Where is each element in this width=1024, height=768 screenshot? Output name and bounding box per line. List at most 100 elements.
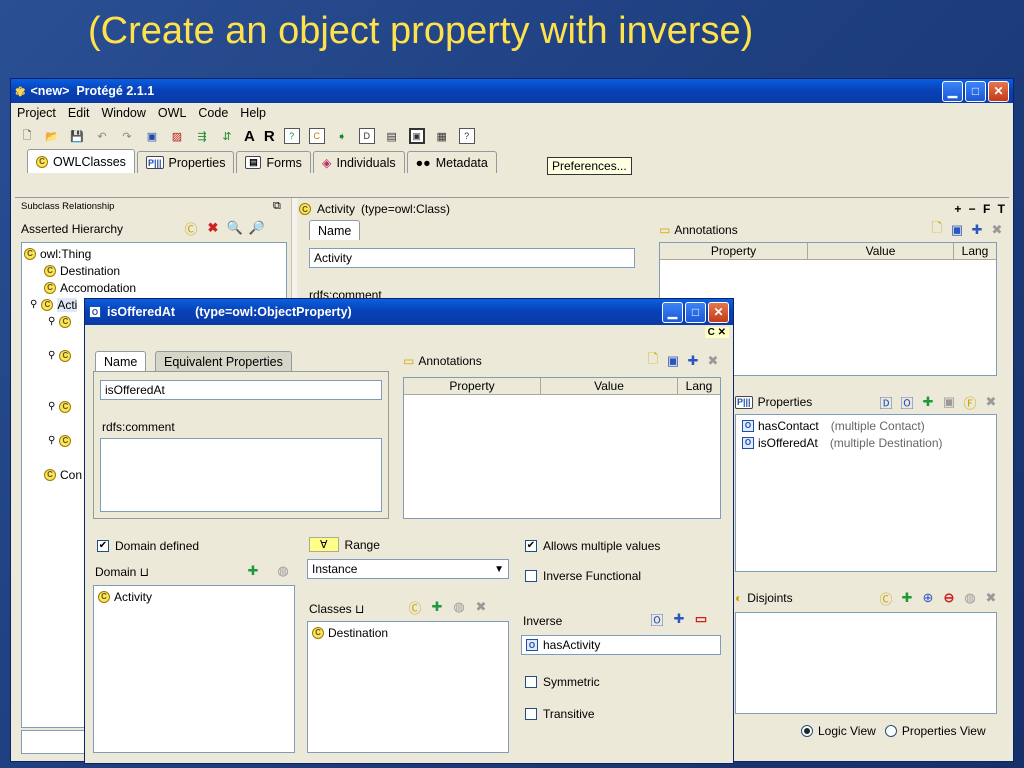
- copy-icon[interactable]: ▣: [144, 128, 160, 144]
- add-annotation-icon[interactable]: 🗋: [929, 220, 945, 238]
- menu-window[interactable]: Window: [101, 106, 145, 120]
- property-item-hascontact[interactable]: OhasContact (multiple Contact): [742, 417, 990, 434]
- remove-domain-class-icon[interactable]: ◍: [275, 563, 291, 579]
- expand-toggle-icon[interactable]: ⚲: [48, 435, 55, 446]
- delete-icon[interactable]: ▨: [169, 128, 185, 144]
- menu-owl[interactable]: OWL: [158, 106, 186, 120]
- tab-metadata[interactable]: ●● Metadata: [406, 151, 497, 173]
- redo-icon[interactable]: ↷: [119, 128, 135, 144]
- new-project-icon[interactable]: 🗋: [19, 128, 35, 144]
- transitive-checkbox[interactable]: [525, 708, 537, 720]
- add-annotation-icon[interactable]: 🗋: [645, 351, 661, 369]
- create-inverse-icon[interactable]: 🄾: [649, 611, 665, 628]
- doc-icon[interactable]: D: [358, 128, 375, 144]
- dialog-minimize-button[interactable]: ▁: [662, 301, 683, 323]
- undo-icon[interactable]: ↶: [94, 128, 110, 144]
- close-button[interactable]: ✕: [988, 80, 1009, 102]
- tree-item-destination[interactable]: C Destination: [24, 262, 284, 279]
- query-icon[interactable]: ?: [283, 128, 300, 144]
- expand-toggle-icon[interactable]: ⚲: [48, 350, 55, 361]
- arrow-icon[interactable]: ➧: [334, 128, 350, 144]
- add-datatype-property-icon[interactable]: 🄳: [878, 394, 894, 411]
- find-next-icon[interactable]: 🔎: [249, 220, 265, 236]
- main-titlebar[interactable]: ✾ <new> Protégé 2.1.1 ▁ □ ✕: [11, 79, 1013, 103]
- find-range-class-icon[interactable]: ◍: [451, 599, 467, 615]
- expand-panel-icon[interactable]: ⧉: [273, 200, 281, 213]
- add-all-disjoint-icon[interactable]: ⊕: [920, 590, 936, 606]
- remove-property-icon[interactable]: ✖: [983, 394, 999, 410]
- help-icon[interactable]: ?: [458, 128, 475, 144]
- add-inverse-icon[interactable]: ✚: [671, 611, 687, 627]
- dialog-corner-controls[interactable]: C ✕: [704, 327, 729, 338]
- add-range-class-icon[interactable]: ✚: [429, 599, 445, 615]
- add-existing-disjoint-icon[interactable]: ✚: [899, 590, 915, 606]
- find-disjoint-icon[interactable]: ◍: [962, 590, 978, 606]
- logic-view-radio[interactable]: [801, 725, 813, 737]
- property-comment-area[interactable]: [100, 438, 382, 512]
- allows-multiple-checkbox[interactable]: ✔: [525, 540, 537, 552]
- create-class-icon[interactable]: Ⓒ: [183, 220, 199, 237]
- menu-code[interactable]: Code: [198, 106, 228, 120]
- page-icon[interactable]: ▤: [384, 128, 400, 144]
- open-project-icon[interactable]: 📂: [44, 128, 60, 144]
- create-range-class-icon[interactable]: Ⓒ: [407, 599, 423, 616]
- class-name-tab[interactable]: Name: [309, 220, 361, 240]
- add-property-annotation-icon[interactable]: ✚: [969, 222, 985, 238]
- dialog-equivalent-tab[interactable]: Equivalent Properties: [155, 351, 292, 371]
- expand-toggle-icon[interactable]: ⚲: [48, 316, 55, 327]
- symmetric-checkbox[interactable]: [525, 676, 537, 688]
- add-existing-property-icon[interactable]: ✚: [920, 394, 936, 410]
- tab-forms[interactable]: ▤ Forms: [236, 151, 311, 173]
- add-domain-class-icon[interactable]: ✚: [245, 563, 261, 579]
- remove-annotation-icon[interactable]: ✖: [989, 222, 1005, 238]
- expand-toggle-icon[interactable]: ⚲: [30, 299, 37, 310]
- property-name-field[interactable]: isOfferedAt: [100, 380, 382, 400]
- inverse-field[interactable]: O hasActivity: [521, 635, 721, 655]
- minimize-button[interactable]: ▁: [942, 80, 963, 102]
- range-select[interactable]: Instance ▼: [307, 559, 509, 579]
- domain-item-activity[interactable]: C Activity: [98, 588, 290, 605]
- inverse-functional-checkbox[interactable]: [525, 570, 537, 582]
- tab-individuals[interactable]: ◈ Individuals: [312, 151, 405, 173]
- dialog-close-button[interactable]: ✕: [708, 301, 729, 323]
- insert-icon[interactable]: ⇶: [194, 128, 210, 144]
- class-header-actions[interactable]: + − F T: [954, 202, 1007, 216]
- dialog-name-tab[interactable]: Name: [95, 351, 147, 371]
- dialog-maximize-button[interactable]: □: [685, 301, 706, 323]
- dialog-titlebar[interactable]: O isOfferedAt (type=owl:ObjectProperty) …: [85, 299, 733, 325]
- add-object-property-icon[interactable]: 🄾: [899, 394, 915, 411]
- class-icon[interactable]: C: [308, 128, 325, 144]
- menu-edit[interactable]: Edit: [68, 106, 90, 120]
- find-class-icon[interactable]: 🔍: [227, 220, 243, 236]
- tree-item-accomodation[interactable]: C Accomodation: [24, 279, 284, 296]
- properties-view-radio[interactable]: [884, 725, 897, 737]
- maximize-button[interactable]: □: [965, 80, 986, 102]
- add-disjoint-icon[interactable]: Ⓒ: [878, 590, 894, 607]
- remove-disjoint-icon[interactable]: ✖: [983, 590, 999, 606]
- remove-range-class-icon[interactable]: ✖: [473, 599, 489, 615]
- sort-icon[interactable]: ⇵: [219, 128, 235, 144]
- tab-owlclasses[interactable]: C OWLClasses: [27, 149, 135, 173]
- tab-properties[interactable]: P||| Properties: [136, 151, 235, 173]
- menu-project[interactable]: Project: [17, 106, 56, 120]
- table-icon[interactable]: ▦: [434, 128, 450, 144]
- expand-toggle-icon[interactable]: ⚲: [48, 401, 55, 412]
- toolbar-a-button[interactable]: A: [244, 128, 255, 145]
- restriction-icon[interactable]: Ⓕ: [962, 394, 978, 411]
- remove-annotation-icon[interactable]: ✖: [705, 353, 721, 369]
- property-item-isofferedat[interactable]: OisOfferedAt (multiple Destination): [742, 434, 990, 451]
- save-project-icon[interactable]: 💾: [69, 128, 85, 144]
- delete-class-icon[interactable]: ✖: [205, 220, 221, 236]
- add-property-annotation-icon[interactable]: ✚: [685, 353, 701, 369]
- remove-inverse-icon[interactable]: ▭: [693, 611, 709, 627]
- classes-item-destination[interactable]: C Destination: [312, 624, 504, 641]
- domain-defined-checkbox[interactable]: ✔: [97, 540, 109, 552]
- remove-disjoint-all-icon[interactable]: ⊖: [941, 590, 957, 606]
- class-name-field[interactable]: Activity: [309, 248, 635, 268]
- menu-help[interactable]: Help: [240, 106, 266, 120]
- property-options-icon[interactable]: ▣: [941, 394, 957, 410]
- add-doc-annotation-icon[interactable]: ▣: [949, 222, 965, 238]
- add-doc-annotation-icon[interactable]: ▣: [665, 353, 681, 369]
- preferences-icon[interactable]: ▣: [408, 128, 425, 144]
- toolbar-r-button[interactable]: R: [264, 128, 275, 145]
